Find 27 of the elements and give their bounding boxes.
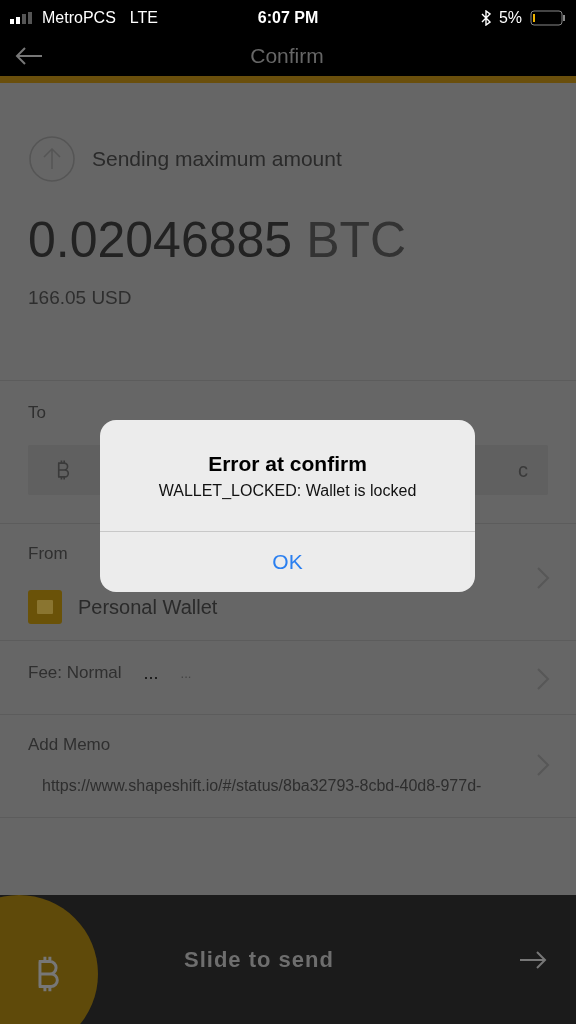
from-label: From: [28, 544, 68, 564]
signal-icon: [10, 12, 34, 24]
screen-title: Confirm: [249, 44, 325, 68]
wallet-icon: [28, 590, 62, 624]
ok-button[interactable]: OK: [100, 532, 475, 592]
dialog-message: WALLET_LOCKED: Wallet is locked: [158, 481, 417, 500]
send-note: Sending maximum amount: [92, 147, 342, 171]
battery-icon: [530, 10, 566, 26]
fee-value: ...: [143, 663, 159, 684]
bitcoin-icon: [56, 459, 70, 481]
clock-time: 6:07 PM: [257, 9, 319, 27]
fiat-amount: 166.05 USD: [28, 287, 133, 309]
slide-to-send-bar[interactable]: Slide to send: [0, 895, 576, 1024]
amount-value: 0.02046885: [28, 211, 293, 269]
arrow-icon: [518, 949, 548, 970]
fee-fiat: ...: [180, 666, 192, 681]
slide-label: Slide to send: [183, 946, 335, 973]
memo-label: Add Memo: [28, 735, 111, 755]
memo-text: https://www.shapeshift.io/#/status/8ba32793-8cbd-40d8-977d-: [42, 777, 482, 795]
dialog-title: Error at confirm: [208, 451, 367, 476]
back-button[interactable]: [14, 46, 44, 66]
battery-percent: 5%: [498, 9, 522, 27]
wallet-name: Personal Wallet: [78, 595, 218, 619]
carrier-name: MetroPCS: [42, 9, 116, 27]
bluetooth-icon: [480, 10, 491, 26]
bitcoin-icon: [35, 954, 60, 994]
network-type: LTE: [129, 9, 158, 27]
